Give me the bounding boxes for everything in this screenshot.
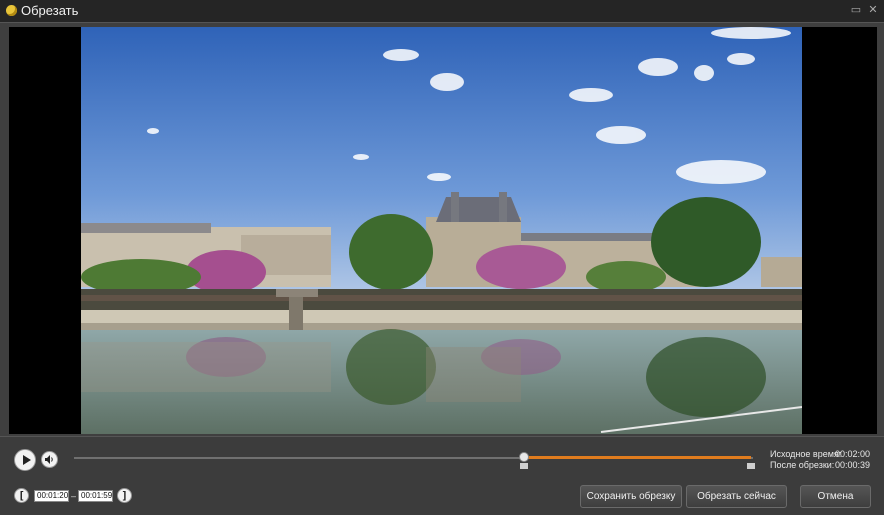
- video-preview: [9, 27, 877, 434]
- video-scene-image: [81, 27, 802, 434]
- cancel-button[interactable]: Отмена: [800, 485, 871, 508]
- save-trim-button[interactable]: Сохранить обрезку: [580, 485, 682, 508]
- volume-button[interactable]: [41, 451, 58, 468]
- original-time-value: 00:02:00: [834, 449, 870, 459]
- set-start-button[interactable]: [: [14, 488, 29, 503]
- video-frame: [81, 27, 802, 434]
- trim-start-marker[interactable]: [520, 463, 528, 469]
- playback-controls: Исходное время: 00:02:00 После обрезки: …: [0, 436, 884, 515]
- set-end-button[interactable]: ]: [117, 488, 132, 503]
- after-trim-value: 00:00:39: [834, 460, 870, 470]
- title-bar: Обрезать ▭ ✕: [0, 0, 884, 23]
- playhead-handle[interactable]: [519, 452, 529, 462]
- trim-range-selection: [524, 456, 751, 459]
- trim-end-marker[interactable]: [747, 463, 755, 469]
- minimize-button[interactable]: ▭: [849, 3, 863, 17]
- trim-start-time-field[interactable]: 00:01:20: [34, 490, 69, 502]
- app-icon: [6, 5, 17, 16]
- close-button[interactable]: ✕: [866, 3, 880, 17]
- play-button[interactable]: [14, 449, 36, 471]
- time-separator: –: [71, 491, 77, 501]
- trim-end-time-field[interactable]: 00:01:59: [78, 490, 113, 502]
- trim-now-button[interactable]: Обрезать сейчас: [686, 485, 787, 508]
- speaker-icon: [45, 455, 53, 464]
- window-title: Обрезать: [21, 3, 79, 18]
- trim-dialog: Обрезать ▭ ✕ Исходное время: 00:02:00 По…: [0, 0, 884, 515]
